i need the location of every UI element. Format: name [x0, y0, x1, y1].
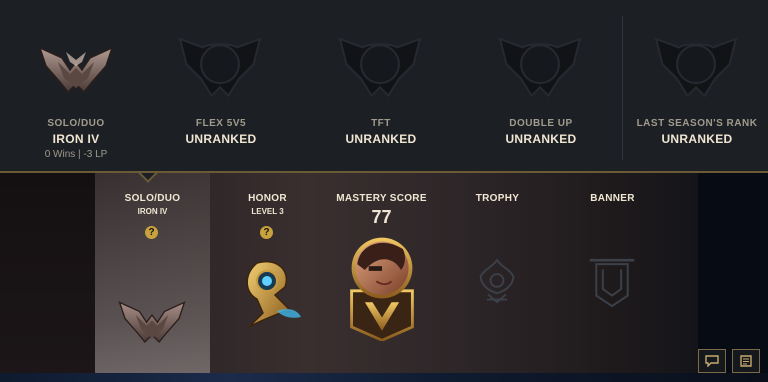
rank-tier-label: UNRANKED — [505, 132, 577, 146]
rank-flex[interactable]: FLEX 5V5 UNRANKED — [145, 0, 297, 172]
slot-subtitle: LEVEL 3 — [251, 207, 284, 216]
iron-emblem-icon — [118, 301, 186, 344]
rank-tier-label: UNRANKED — [345, 132, 417, 146]
slot-subtitle: IRON IV — [137, 207, 168, 216]
showcase-left-background — [0, 173, 95, 382]
rank-solo-duo[interactable]: SOLO/DUO IRON IV 0 Wins | -3 LP — [0, 0, 152, 172]
unranked-crest-icon — [498, 37, 582, 98]
iron-crest-icon — [38, 46, 114, 94]
honor-emblem-icon — [246, 260, 301, 328]
rank-record: 0 Wins | -3 LP — [44, 149, 108, 160]
unranked-crest-icon — [338, 37, 422, 98]
rank-tier-label: UNRANKED — [661, 132, 733, 146]
showcase-slot-mastery[interactable]: MASTERY SCORE 77 — [324, 173, 439, 382]
unranked-crest-icon — [178, 37, 262, 98]
rank-divider — [622, 16, 623, 160]
banner-placeholder-icon — [589, 258, 635, 308]
notes-button[interactable] — [732, 349, 760, 373]
slot-title: TROPHY — [475, 193, 520, 204]
slot-title: MASTERY SCORE — [336, 193, 427, 204]
rank-tier-label: UNRANKED — [185, 132, 257, 146]
rank-queue-label: LAST SEASON'S RANK — [636, 118, 758, 129]
chat-button[interactable] — [698, 349, 726, 373]
showcase-slot-banner[interactable]: BANNER — [555, 173, 670, 382]
rank-queue-label: SOLO/DUO — [47, 118, 105, 129]
rank-panel: SOLO/DUO IRON IV 0 Wins | -3 LP FLEX 5V5… — [0, 0, 768, 172]
trophy-placeholder-icon — [479, 258, 515, 304]
rank-queue-label: DOUBLE UP — [509, 118, 573, 129]
rank-last-season[interactable]: LAST SEASON'S RANK UNRANKED — [626, 0, 768, 172]
slot-title: HONOR — [248, 193, 287, 204]
chat-icon — [705, 355, 719, 367]
slot-title: SOLO/DUO — [124, 193, 181, 204]
rank-queue-label: FLEX 5V5 — [195, 118, 247, 129]
showcase-slot-honor[interactable]: HONOR LEVEL 3 ? — [210, 173, 325, 382]
showcase-slot-solo-duo[interactable]: SOLO/DUO IRON IV ? — [95, 173, 210, 382]
slot-title: BANNER — [590, 193, 635, 204]
unranked-crest-icon — [654, 37, 738, 98]
rank-double-up[interactable]: DOUBLE UP UNRANKED — [465, 0, 617, 172]
rank-panel-border — [0, 171, 768, 173]
bottom-strip — [0, 373, 768, 382]
notes-icon — [740, 355, 752, 367]
mastery-score-value: 77 — [371, 207, 392, 227]
rank-tier-label: IRON IV — [52, 132, 100, 146]
mastery-portrait — [350, 237, 414, 341]
rank-queue-label: TFT — [371, 118, 391, 129]
showcase-slot-trophy[interactable]: TROPHY — [440, 173, 555, 382]
rank-tft[interactable]: TFT UNRANKED — [305, 0, 457, 172]
profile-showcase: SOLO/DUO IRON IV ? HONOR LEVEL 3 ? MASTE… — [0, 173, 768, 382]
